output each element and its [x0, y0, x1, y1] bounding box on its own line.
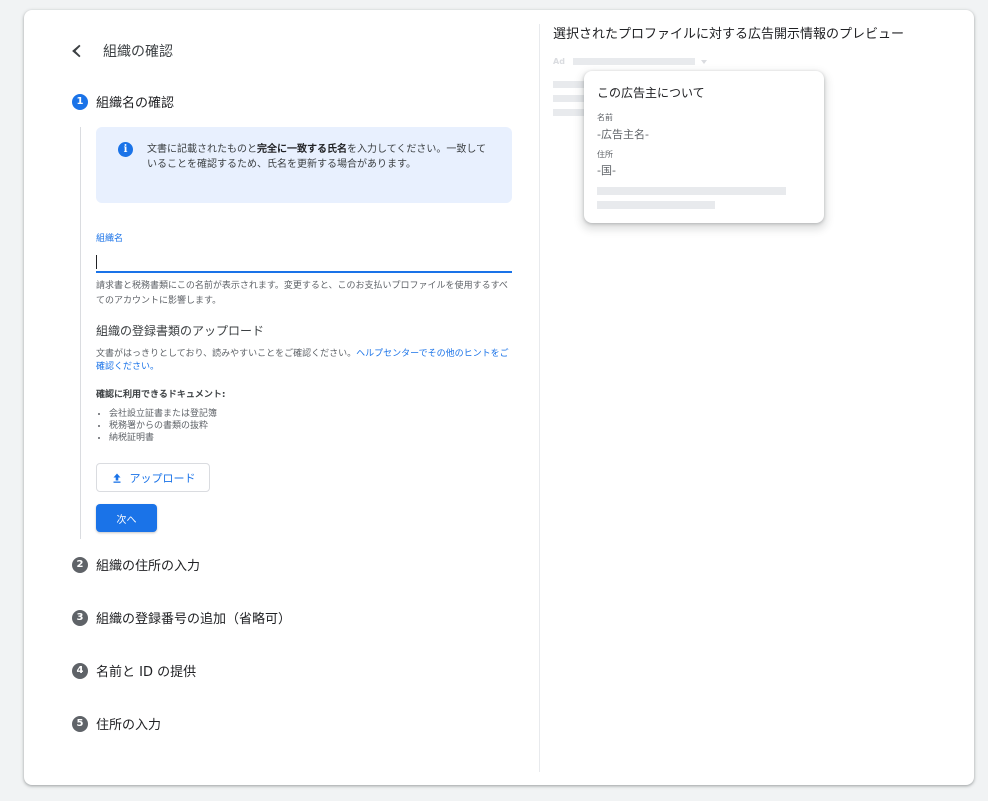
ad-header-placeholder: Ad — [553, 57, 707, 66]
advertiser-card-title: この広告主について — [597, 86, 705, 100]
upload-button-label: アップロード — [129, 471, 196, 485]
name-value: -広告主名- — [597, 128, 649, 141]
step-connector-line — [80, 127, 81, 539]
list-item: 税務署からの書類の抜粋 — [109, 420, 217, 432]
step-number-badge: 4 — [72, 662, 88, 679]
org-name-input[interactable] — [96, 252, 512, 273]
page-header: 組織の確認 — [68, 40, 173, 62]
placeholder-bar — [553, 109, 588, 116]
advertiser-info-card: この広告主について 名前 -広告主名- 住所 -国- — [584, 71, 824, 223]
placeholder-bar — [553, 95, 588, 102]
upload-button[interactable]: アップロード — [96, 463, 210, 492]
upload-description: 文書がはっきりとしており、読みやすいことをご確認ください。ヘルプセンターでその他… — [96, 349, 509, 372]
step-4[interactable]: 4 名前と ID の提供 — [72, 661, 196, 680]
preview-title: 選択されたプロファイルに対する広告開示情報のプレビュー — [553, 27, 905, 42]
name-label: 名前 — [597, 113, 613, 122]
list-item: 会社設立証書または登記簿 — [109, 408, 217, 420]
ad-label: Ad — [553, 57, 565, 66]
documents-title: 確認に利用できるドキュメント: — [96, 390, 226, 400]
verification-card: 組織の確認 1 組織名の確認 i 文書に記載されたものと完全に一致する氏名を入力… — [24, 10, 974, 785]
step-label: 組織の登録番号の追加（省略可） — [96, 612, 292, 627]
step-5[interactable]: 5 住所の入力 — [72, 714, 161, 733]
step-2[interactable]: 2 組織の住所の入力 — [72, 555, 200, 574]
dropdown-caret-icon — [700, 59, 707, 64]
next-button[interactable]: 次へ — [96, 504, 157, 532]
upload-icon — [113, 473, 120, 483]
step-label: 組織名の確認 — [96, 96, 175, 111]
location-value: -国- — [597, 164, 616, 177]
column-divider — [539, 24, 540, 772]
step-number-badge: 5 — [72, 715, 88, 732]
list-item: 納税証明書 — [109, 432, 217, 444]
step-label: 名前と ID の提供 — [96, 665, 197, 680]
info-text: 文書に記載されたものと完全に一致する氏名を入力してください。一致していることを確… — [147, 144, 487, 170]
documents-list: 会社設立証書または登記簿 税務署からの書類の抜粋 納税証明書 — [96, 408, 217, 444]
org-name-label: 組織名 — [96, 234, 124, 244]
placeholder-bar — [597, 201, 715, 209]
info-icon: i — [118, 142, 133, 157]
step-number-badge: 3 — [72, 609, 88, 626]
location-label: 住所 — [597, 150, 613, 159]
placeholder-bar — [572, 58, 695, 65]
step-3[interactable]: 3 組織の登録番号の追加（省略可） — [72, 608, 291, 627]
page-title: 組織の確認 — [103, 44, 173, 60]
text-caret — [96, 255, 97, 269]
step-label: 組織の住所の入力 — [96, 559, 201, 574]
step-number-badge: 2 — [72, 556, 88, 573]
org-name-helper: 請求書と税務書類にこの名前が表示されます。変更すると、このお支払いプロファイルを… — [96, 281, 508, 306]
placeholder-bar — [597, 187, 786, 195]
back-arrow-icon[interactable] — [68, 40, 92, 62]
step-label: 住所の入力 — [96, 718, 162, 733]
step-1[interactable]: 1 組織名の確認 — [72, 92, 174, 111]
upload-section-title: 組織の登録書類のアップロード — [96, 324, 265, 338]
placeholder-bar — [553, 81, 588, 88]
info-banner: i 文書に記載されたものと完全に一致する氏名を入力してください。一致していること… — [96, 127, 512, 203]
step-number-badge: 1 — [72, 93, 88, 110]
